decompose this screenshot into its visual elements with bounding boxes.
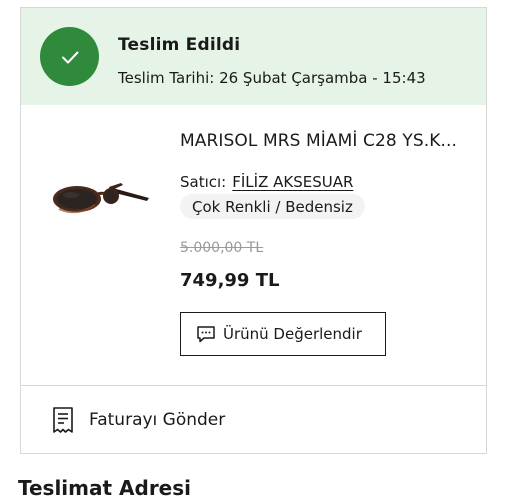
seller-link[interactable]: FİLİZ AKSESUAR xyxy=(232,173,353,191)
order-item-card: Teslim Edildi Teslim Tarihi: 26 Şubat Ça… xyxy=(20,7,487,454)
comment-icon xyxy=(197,326,215,343)
price: 749,99 TL xyxy=(180,270,280,291)
delivery-address-heading: Teslimat Adresi xyxy=(18,476,192,500)
old-price: 5.000,00 TL xyxy=(180,240,264,256)
product-image[interactable] xyxy=(49,165,153,233)
seller-label: Satıcı: xyxy=(180,173,227,191)
invoice-icon xyxy=(53,407,73,433)
product-row: MARISOL MRS MİAMİ C28 YS.K... Satıcı: FİL… xyxy=(21,105,486,385)
product-title[interactable]: MARISOL MRS MİAMİ C28 YS.K... xyxy=(180,131,457,151)
seller-info: Satıcı: FİLİZ AKSESUAR xyxy=(180,173,353,191)
send-invoice-button[interactable]: Faturayı Gönder xyxy=(21,386,486,454)
delivery-status-title: Teslim Edildi xyxy=(118,35,241,55)
variant-chip: Çok Renkli / Bedensiz xyxy=(180,194,365,219)
check-icon xyxy=(40,27,99,86)
delivery-date: Teslim Tarihi: 26 Şubat Çarşamba - 15:43 xyxy=(118,69,426,87)
review-button-label: Ürünü Değerlendir xyxy=(223,325,362,343)
delivery-status-bar: Teslim Edildi Teslim Tarihi: 26 Şubat Ça… xyxy=(21,8,486,105)
review-product-button[interactable]: Ürünü Değerlendir xyxy=(180,312,386,356)
invoice-label: Faturayı Gönder xyxy=(89,410,226,430)
